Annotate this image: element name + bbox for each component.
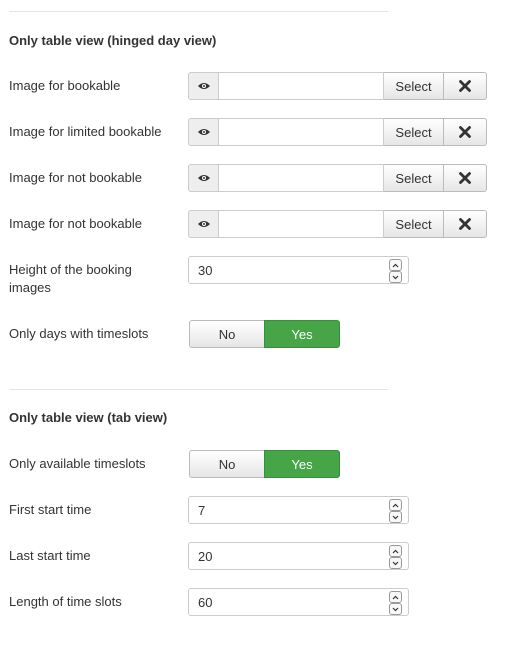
slot-length-input[interactable]: 60 xyxy=(188,588,409,616)
eye-icon[interactable] xyxy=(188,210,218,238)
section-title-hinged-day-view: Only table view (hinged day view) xyxy=(9,33,217,48)
slot-length-value: 60 xyxy=(198,595,213,610)
select-button[interactable]: Select xyxy=(384,72,444,100)
image-path-input[interactable] xyxy=(218,72,384,100)
first-start-time-value: 7 xyxy=(198,503,206,518)
toggle-yes-button[interactable]: Yes xyxy=(264,320,340,348)
first-start-time-input[interactable]: 7 xyxy=(188,496,409,524)
image-bookable-field: Select xyxy=(188,72,487,100)
number-spinner[interactable] xyxy=(389,591,402,615)
toggle-yes-button[interactable]: Yes xyxy=(264,450,340,478)
last-start-time-label: Last start time xyxy=(9,548,91,563)
eye-icon[interactable] xyxy=(188,164,218,192)
slot-length-label: Length of time slots xyxy=(9,594,122,609)
last-start-time-value: 20 xyxy=(198,549,213,564)
chevron-down-icon[interactable] xyxy=(389,511,402,523)
height-value: 30 xyxy=(198,263,213,278)
last-start-time-input[interactable]: 20 xyxy=(188,542,409,570)
chevron-down-icon[interactable] xyxy=(389,557,402,569)
number-spinner[interactable] xyxy=(389,545,402,569)
image-bookable-label: Image for bookable xyxy=(9,78,121,93)
image-not-bookable-2-label: Image for not bookable xyxy=(9,216,142,231)
first-start-time-label: First start time xyxy=(9,502,92,517)
close-icon[interactable] xyxy=(444,72,487,100)
section-divider xyxy=(9,389,388,390)
only-available-timeslots-label: Only available timeslots xyxy=(9,456,146,471)
eye-icon[interactable] xyxy=(188,72,218,100)
image-path-input[interactable] xyxy=(218,210,384,238)
close-icon[interactable] xyxy=(444,118,487,146)
only-available-timeslots-toggle: No Yes xyxy=(189,450,340,478)
only-days-timeslots-toggle: No Yes xyxy=(189,320,340,348)
image-limited-bookable-field: Select xyxy=(188,118,487,146)
chevron-down-icon[interactable] xyxy=(389,271,402,283)
select-button[interactable]: Select xyxy=(384,118,444,146)
close-icon[interactable] xyxy=(444,164,487,192)
eye-icon[interactable] xyxy=(188,118,218,146)
chevron-up-icon[interactable] xyxy=(389,499,402,511)
toggle-no-button[interactable]: No xyxy=(189,320,264,348)
image-not-bookable-label: Image for not bookable xyxy=(9,170,142,185)
toggle-no-button[interactable]: No xyxy=(189,450,264,478)
height-booking-images-input[interactable]: 30 xyxy=(188,256,409,284)
only-days-timeslots-label: Only days with timeslots xyxy=(9,326,149,341)
section-title-tab-view: Only table view (tab view) xyxy=(9,410,168,425)
chevron-down-icon[interactable] xyxy=(389,603,402,615)
select-button[interactable]: Select xyxy=(384,164,444,192)
select-button[interactable]: Select xyxy=(384,210,444,238)
chevron-up-icon[interactable] xyxy=(389,259,402,271)
height-booking-images-label: Height of the booking images xyxy=(9,262,132,295)
close-icon[interactable] xyxy=(444,210,487,238)
chevron-up-icon[interactable] xyxy=(389,591,402,603)
image-path-input[interactable] xyxy=(218,164,384,192)
image-not-bookable-field: Select xyxy=(188,164,487,192)
chevron-up-icon[interactable] xyxy=(389,545,402,557)
image-not-bookable-2-field: Select xyxy=(188,210,487,238)
image-limited-bookable-label: Image for limited bookable xyxy=(9,124,162,139)
number-spinner[interactable] xyxy=(389,499,402,523)
section-divider-top xyxy=(9,11,388,12)
number-spinner[interactable] xyxy=(389,259,402,283)
image-path-input[interactable] xyxy=(218,118,384,146)
